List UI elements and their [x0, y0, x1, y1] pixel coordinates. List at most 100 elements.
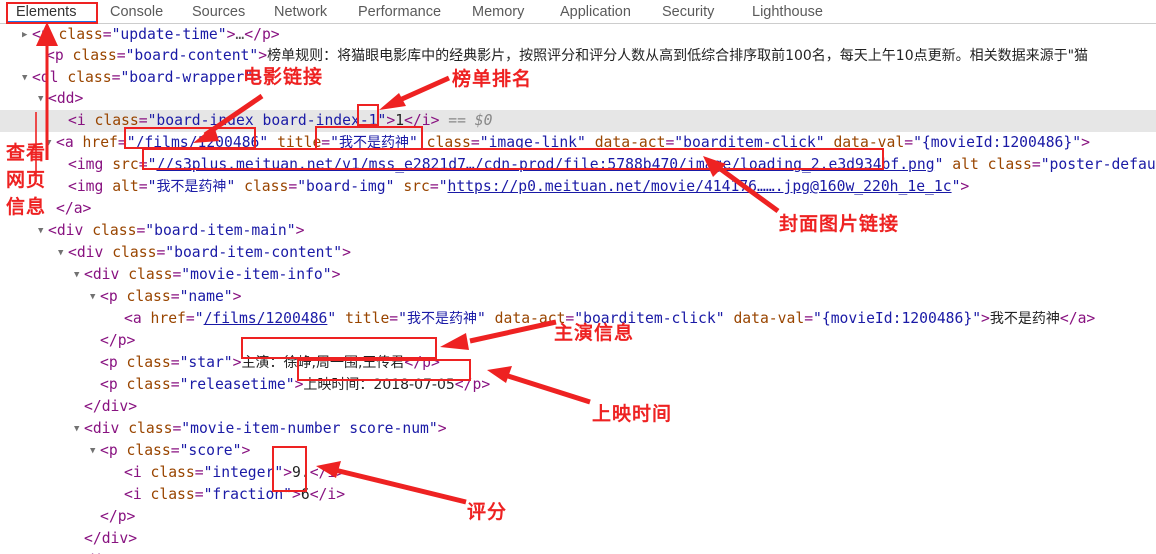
code-token-cjkval: 我不是药神: [406, 311, 477, 327]
dom-node-row[interactable]: ▶ <p class="update-time">…</p>: [0, 24, 1156, 46]
code-token-attr: class: [987, 156, 1032, 173]
code-token-val: "poster-default": [1040, 156, 1156, 173]
expand-triangle-down-icon[interactable]: ▼: [74, 265, 84, 287]
code-token-punct: =: [185, 310, 195, 327]
triangle-placeholder: [114, 485, 124, 507]
code-token-punct: >: [981, 310, 990, 327]
code-token-attr: class: [128, 420, 173, 437]
code-token-lnk[interactable]: /films/1200486: [204, 310, 328, 327]
dom-node-row[interactable]: <p class="board-content">榜单规则：将猫眼电影库中的经典…: [0, 45, 1156, 67]
dom-node-row[interactable]: <i class="integer">9.</i>: [0, 462, 1156, 484]
code-token-punct: >: [342, 244, 351, 261]
code-token-attr: class: [126, 376, 171, 393]
code-token-val: ": [126, 134, 136, 151]
triangle-placeholder: [90, 353, 100, 375]
dom-node-row[interactable]: ▼ <a href="/films/1200486" title="我不是药神" …: [0, 132, 1156, 154]
code-token-val: ": [327, 310, 337, 327]
code-token-tag: p: [422, 354, 431, 371]
code-token-punct: =: [470, 134, 480, 151]
devtools-tab-elements[interactable]: Elements: [14, 0, 78, 23]
code-token-attr: href: [150, 310, 186, 327]
code-token-punct: >: [336, 464, 346, 481]
code-token-sp: [119, 420, 128, 437]
code-token-tag: img: [76, 156, 104, 173]
code-token-attr: alt: [952, 156, 979, 173]
code-token-punct: >: [82, 200, 92, 217]
expand-triangle-right-icon[interactable]: ▶: [22, 25, 32, 47]
expand-triangle-down-icon[interactable]: ▼: [46, 133, 56, 155]
dom-node-row[interactable]: ▼ <div class="movie-item-info">: [0, 264, 1156, 286]
code-token-punct: </: [454, 376, 473, 393]
anno-view-page-info2: 网页: [6, 169, 47, 191]
code-token-punct: >: [126, 508, 136, 525]
devtools-tab-lighthouse[interactable]: Lighthouse: [750, 0, 825, 23]
code-token-val: "movie-item-info": [181, 266, 332, 283]
dom-node-row-selected[interactable]: <i class="board-index board-index-1">1</…: [0, 110, 1156, 132]
expand-triangle-down-icon[interactable]: ▼: [74, 419, 84, 441]
devtools-tab-security[interactable]: Security: [660, 0, 716, 23]
dom-node-row[interactable]: ▼ <dl class="board-wrapper">: [0, 67, 1156, 89]
dom-node-row[interactable]: <p class="star">主演：徐峥,周一围,王传君</p>: [0, 352, 1156, 374]
code-token-attr: class: [150, 464, 195, 481]
code-token-attr: class: [72, 47, 117, 64]
expand-triangle-down-icon[interactable]: ▼: [38, 89, 48, 111]
code-token-punct: >: [270, 26, 280, 43]
code-token-lnk[interactable]: https://p0.meituan.net/movie/414176…….jp…: [448, 178, 952, 195]
dom-node-row[interactable]: </div>: [0, 528, 1156, 550]
expand-triangle-down-icon[interactable]: ▼: [38, 221, 48, 243]
devtools-tab-application[interactable]: Application: [558, 0, 633, 23]
elements-dom-tree[interactable]: ▶ <p class="update-time">…</p> <p class="…: [0, 24, 1156, 554]
code-token-tag: div: [92, 266, 120, 283]
code-token-punct: >: [283, 464, 293, 481]
dom-node-row[interactable]: <i class="fraction">6</i>: [0, 484, 1156, 506]
code-token-val: ": [476, 310, 486, 327]
expand-triangle-down-icon[interactable]: ▼: [90, 441, 100, 463]
code-token-punct: >: [232, 354, 242, 371]
code-token-tag: div: [92, 420, 120, 437]
dom-node-row[interactable]: ▼ <div class="movie-item-number score-num…: [0, 418, 1156, 440]
code-token-punct: =: [194, 464, 204, 481]
code-token-punct: <: [48, 222, 57, 239]
code-token-val: "board-content": [125, 47, 259, 64]
devtools-tab-console[interactable]: Console: [108, 0, 165, 23]
code-token-punct: =: [665, 134, 675, 151]
dom-node-row[interactable]: ▼ <p class="score">: [0, 440, 1156, 462]
devtools-tab-memory[interactable]: Memory: [470, 0, 526, 23]
anno-movie-link: 电影链接: [243, 66, 324, 88]
code-token-punct: >: [336, 486, 346, 503]
dom-node-row[interactable]: ▼ <p class="name">: [0, 286, 1156, 308]
code-token-punct: <: [100, 354, 109, 371]
code-token-sp: [336, 310, 345, 327]
code-token-lnk[interactable]: /films/1200486: [136, 134, 260, 151]
code-token-cjk: 主演：徐峥,周一围,王传君: [241, 355, 405, 371]
code-token-tag: dl: [40, 69, 59, 86]
dom-node-row[interactable]: ▼ <div class="board-item-main">: [0, 220, 1156, 242]
code-token-punct: <: [48, 90, 57, 107]
dom-node-row[interactable]: ▼ <div class="board-item-content">: [0, 242, 1156, 264]
devtools-tab-network[interactable]: Network: [272, 0, 329, 23]
code-token-cjkval: 我不是药神: [156, 179, 227, 195]
anno-release-time: 上映时间: [592, 403, 673, 425]
dom-node-row[interactable]: </p>: [0, 506, 1156, 528]
expand-triangle-down-icon[interactable]: ▼: [58, 243, 68, 265]
devtools-tab-sources[interactable]: Sources: [190, 0, 247, 23]
dom-node-row[interactable]: <p class="releasetime">上映时间：2018-07-05</…: [0, 374, 1156, 396]
dom-node-row[interactable]: <img src="//s3plus.meituan.net/v1/mss_e2…: [0, 154, 1156, 176]
expand-triangle-down-icon[interactable]: ▼: [22, 68, 32, 90]
code-token-punct: <: [100, 442, 109, 459]
dom-node-row[interactable]: </div>: [0, 396, 1156, 418]
code-token-attr: href: [82, 134, 118, 151]
code-token-val: "name": [179, 288, 233, 305]
dom-node-row[interactable]: </a>: [0, 198, 1156, 220]
code-token-punct: >: [295, 222, 305, 239]
dom-node-row[interactable]: ▼ <dd>: [0, 88, 1156, 110]
expand-triangle-down-icon[interactable]: ▼: [90, 287, 100, 309]
dom-node-row[interactable]: <img alt="我不是药神" class="board-img" src="…: [0, 176, 1156, 198]
code-token-punct: <: [84, 266, 93, 283]
code-token-lnk[interactable]: //s3plus.meituan.net/v1/mss_e2821d7…/cdn…: [156, 156, 934, 173]
code-token-val: ": [226, 178, 236, 195]
code-token-tag: p: [40, 26, 50, 43]
code-token-attr: class: [150, 486, 195, 503]
dom-node-row[interactable]: </div>: [0, 550, 1156, 554]
devtools-tab-performance[interactable]: Performance: [356, 0, 443, 23]
